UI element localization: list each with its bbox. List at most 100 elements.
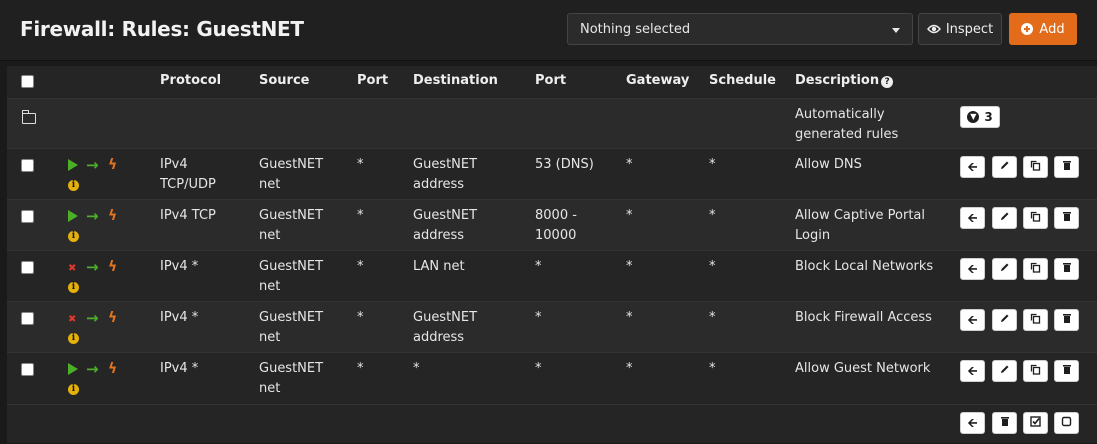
copy-icon[interactable] [1023,207,1048,229]
trash-icon-glyph [1000,417,1009,426]
trash-icon[interactable] [1054,309,1079,331]
cell-schedule: * [709,310,716,325]
table-row[interactable]: → ϟ i IPv4 * GuestNET net * * * * * Allow Guest Net… [7,352,1097,404]
header-source: Source [259,73,310,88]
trash-icon[interactable] [1054,207,1079,229]
cell-source: net [259,330,281,345]
folder-icon [21,110,36,124]
pencil-icon[interactable] [992,309,1017,331]
cell-description: Login [795,228,831,243]
times-icon[interactable]: ✖ [68,314,76,326]
cell-dst-port: 8000 - [535,208,577,223]
trash-icon[interactable] [1054,156,1079,178]
add-label: Add [1039,21,1065,37]
bolt-icon: ϟ [108,259,118,275]
info-circle-icon[interactable]: i [68,282,79,293]
cell-protocol: IPv4 * [160,259,199,274]
times-icon[interactable]: ✖ [68,263,76,275]
anchor-arrow-icon[interactable]: 🡨 [960,156,985,178]
info-circle-icon[interactable]: i [68,333,79,344]
pencil-icon[interactable] [992,156,1017,178]
anchor-arrow-icon[interactable]: 🡨 [960,360,985,382]
trash-icon[interactable] [992,412,1017,434]
anchor-arrow-icon[interactable]: 🡨 [960,207,985,229]
header-source-port: Port [357,73,389,88]
expand-auto-rules-button[interactable]: ▼ 3 [960,106,1000,128]
page-header: Firewall: Rules: GuestNET Nothing select… [0,0,1097,61]
cell-gateway: * [626,310,633,325]
check-square-icon[interactable] [1023,412,1048,434]
trash-icon[interactable] [1054,258,1079,280]
table-footer-row: 🡨 [7,404,1097,444]
plus-circle-icon [1021,23,1034,35]
cell-destination: LAN net [413,259,465,274]
cell-dst-port: * [535,310,542,325]
row-checkbox[interactable] [21,159,34,172]
add-button[interactable]: Add [1009,13,1077,45]
cell-destination: GuestNET [413,157,478,172]
select-all-checkbox[interactable] [21,75,34,88]
pencil-icon[interactable] [992,207,1017,229]
copy-icon[interactable] [1023,258,1048,280]
cell-dst-port: 53 (DNS) [535,157,594,172]
rules-table: Protocol Source Port Destination Port Ga… [7,66,1097,443]
page-title: Firewall: Rules: GuestNET [20,17,304,41]
copy-icon[interactable] [1023,156,1048,178]
anchor-arrow-icon[interactable]: 🡨 [960,309,985,331]
anchor-arrow-icon[interactable]: 🡨 [960,258,985,280]
question-circle-icon[interactable]: ? [881,76,894,88]
cell-destination: address [413,177,465,192]
row-checkbox[interactable] [21,312,34,325]
bolt-icon: ϟ [108,310,118,326]
cell-description: Allow DNS [795,157,862,172]
check-square-glyph [1030,416,1041,427]
inspect-button[interactable]: Inspect [918,13,1002,45]
table-row[interactable]: → ϟ i IPv4 TCP GuestNET net * GuestNET address 80… [7,199,1097,251]
cell-destination: address [413,330,465,345]
cell-gateway: * [626,157,633,172]
copy-icon[interactable] [1023,360,1048,382]
cell-gateway: * [626,208,633,223]
auto-rules-description-1: Automatically [795,107,885,122]
copy-icon[interactable] [1023,309,1048,331]
arrow-right-icon: → [86,156,99,174]
cell-destination: address [413,228,465,243]
play-icon[interactable] [68,363,78,375]
row-checkbox[interactable] [21,210,34,223]
cell-source: GuestNET [259,259,324,274]
cell-dst-port: 10000 [535,228,577,243]
chevron-down-icon: ▼ [967,111,980,123]
row-checkbox[interactable] [21,261,34,274]
info-circle-icon[interactable]: i [68,231,79,242]
interface-select[interactable]: Nothing selected [567,13,913,45]
table-row[interactable]: → ϟ i IPv4 TCP/UDP GuestNET net * GuestNET addres… [7,148,1097,200]
cell-destination: * [413,361,420,376]
cell-src-port: * [357,157,364,172]
pencil-icon[interactable] [992,360,1017,382]
pencil-icon[interactable] [992,258,1017,280]
play-icon[interactable] [68,159,78,171]
row-checkbox[interactable] [21,363,34,376]
auto-rules-description-2: generated rules [795,127,899,142]
cell-src-port: * [357,259,364,274]
cell-description: Block Firewall Access [795,310,932,325]
table-row[interactable]: ✖ → ϟ i IPv4 * GuestNET net * LAN net * * * Block Lo… [7,250,1097,302]
cell-source: GuestNET [259,361,324,376]
info-circle-icon[interactable]: i [68,384,79,395]
header-schedule: Schedule [709,73,776,88]
cell-source: net [259,228,281,243]
arrow-right-icon: → [86,207,99,225]
table-header-row: Protocol Source Port Destination Port Ga… [7,66,1097,98]
cell-src-port: * [357,208,364,223]
trash-icon[interactable] [1054,360,1079,382]
play-icon[interactable] [68,210,78,222]
cell-source: net [259,381,281,396]
info-circle-icon[interactable]: i [68,180,79,191]
square-icon[interactable] [1054,412,1079,434]
anchor-arrow-icon[interactable]: 🡨 [960,412,985,434]
table-row[interactable]: ✖ → ϟ i IPv4 * GuestNET net * GuestNET address * * *… [7,301,1097,353]
arrow-right-icon: → [86,258,99,276]
cell-source: GuestNET [259,157,324,172]
arrow-right-icon: → [86,309,99,327]
cell-schedule: * [709,157,716,172]
